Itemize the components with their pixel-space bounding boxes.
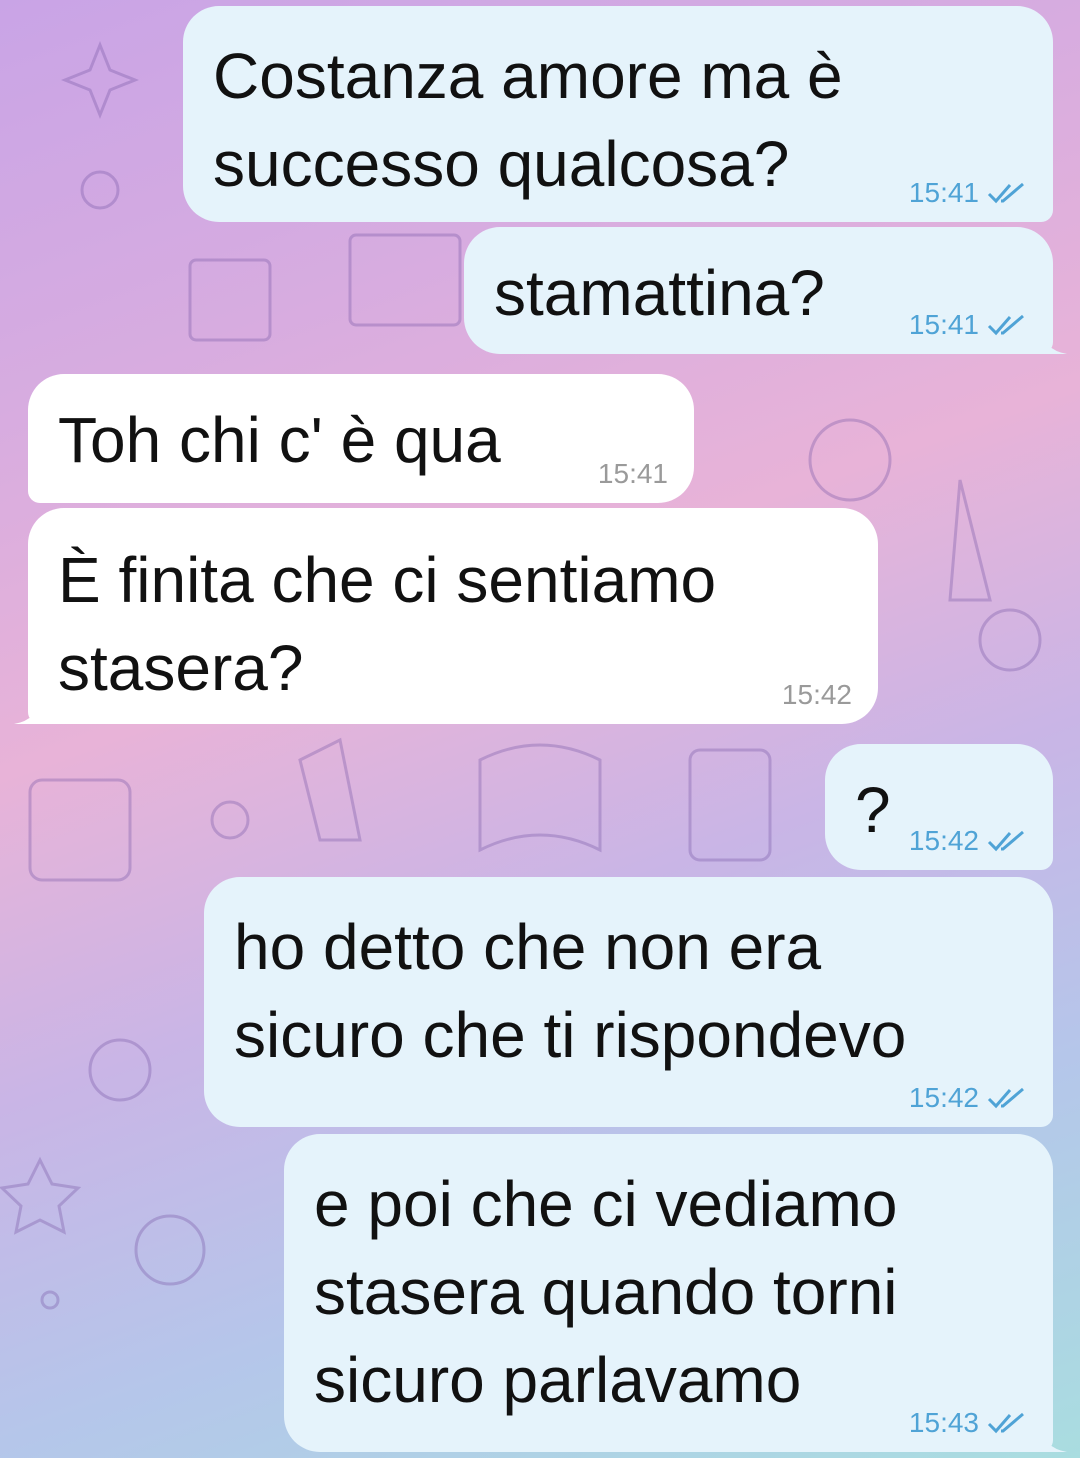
message-meta: 15:43 [909,1408,1027,1438]
bubble-tail [14,696,42,724]
message-time: 15:42 [781,679,852,710]
message-meta: 15:42 [782,680,852,710]
message-time: 15:42 [908,1082,979,1113]
double-check-icon [987,182,1024,204]
double-check-icon [987,830,1024,852]
message-text: È finita che ci sentiamo stasera? [58,544,717,704]
bubble-tail [1039,326,1067,354]
message-meta: 15:41 [909,310,1027,340]
double-check-icon [987,1412,1024,1434]
message-time: 15:41 [597,458,668,489]
message-meta: 15:41 [598,459,668,489]
double-check-icon [987,1087,1024,1109]
message-bubble-outgoing[interactable]: stamattina? 15:41 [464,227,1067,354]
message-meta: 15:41 [909,178,1027,208]
message-time: 15:42 [908,825,979,856]
message-text: ? [855,774,891,846]
message-meta: 15:42 [909,826,1027,856]
message-time: 15:41 [908,177,979,208]
message-bubble-outgoing[interactable]: ho detto che non era sicuro che ti rispo… [204,877,1053,1127]
message-bubble-outgoing[interactable]: e poi che ci vediamo stasera quando torn… [284,1134,1067,1452]
message-time: 15:43 [908,1407,979,1438]
message-text: Costanza amore ma è successo qualcosa? [213,40,843,200]
message-bubble-incoming[interactable]: Toh chi c' è qua 15:41 [28,374,694,503]
message-text: stamattina? [494,257,825,329]
message-bubble-outgoing[interactable]: Costanza amore ma è successo qualcosa? 1… [183,6,1053,222]
bubble-tail [1039,1424,1067,1452]
message-text: ho detto che non era sicuro che ti rispo… [234,911,907,1071]
message-time: 15:41 [908,309,979,340]
message-text: e poi che ci vediamo stasera quando torn… [314,1168,898,1416]
message-text: Toh chi c' è qua [58,404,501,476]
message-bubble-incoming[interactable]: È finita che ci sentiamo stasera? 15:42 [14,508,878,724]
double-check-icon [987,314,1024,336]
message-meta: 15:42 [909,1083,1027,1113]
message-bubble-outgoing[interactable]: ? 15:42 [825,744,1053,870]
